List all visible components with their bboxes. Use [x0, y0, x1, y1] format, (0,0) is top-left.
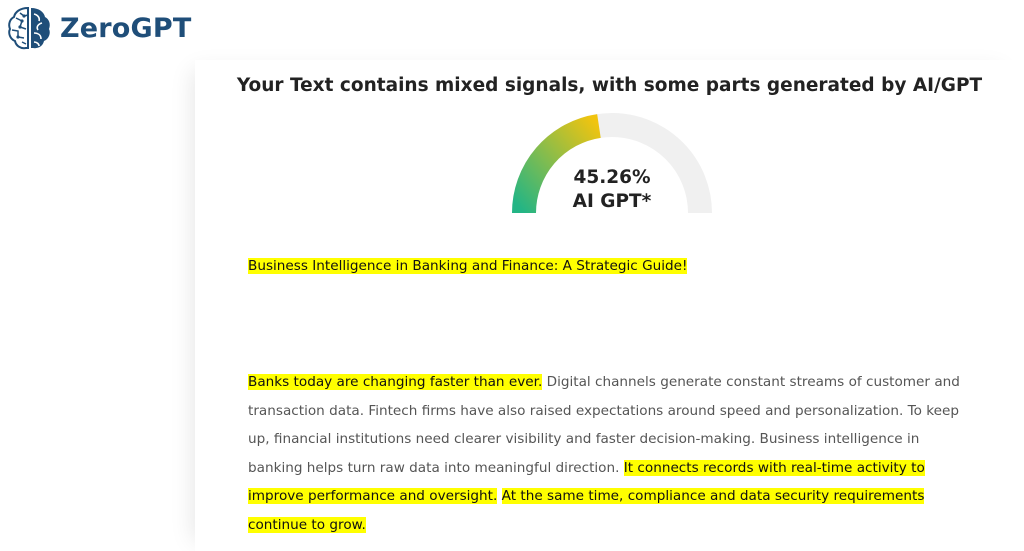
gauge-value: 45.26% AI GPT*: [510, 166, 714, 214]
ai-percentage: 45.26%: [573, 167, 651, 188]
text-segment: [497, 488, 501, 504]
highlighted-heading: Business Intelligence in Banking and Fin…: [248, 258, 688, 274]
document-heading: Business Intelligence in Banking and Fin…: [248, 258, 688, 274]
brand-name: ZeroGPT: [60, 12, 192, 44]
brain-icon: [8, 6, 50, 50]
text-segment: Banks today are changing faster than eve…: [248, 374, 543, 390]
ai-gpt-label: AI GPT*: [572, 191, 652, 212]
result-title: Your Text contains mixed signals, with s…: [236, 75, 983, 96]
document-paragraph: Banks today are changing faster than eve…: [248, 368, 978, 539]
zerogpt-logo[interactable]: ZeroGPT: [6, 4, 192, 52]
left-background: [0, 0, 195, 551]
